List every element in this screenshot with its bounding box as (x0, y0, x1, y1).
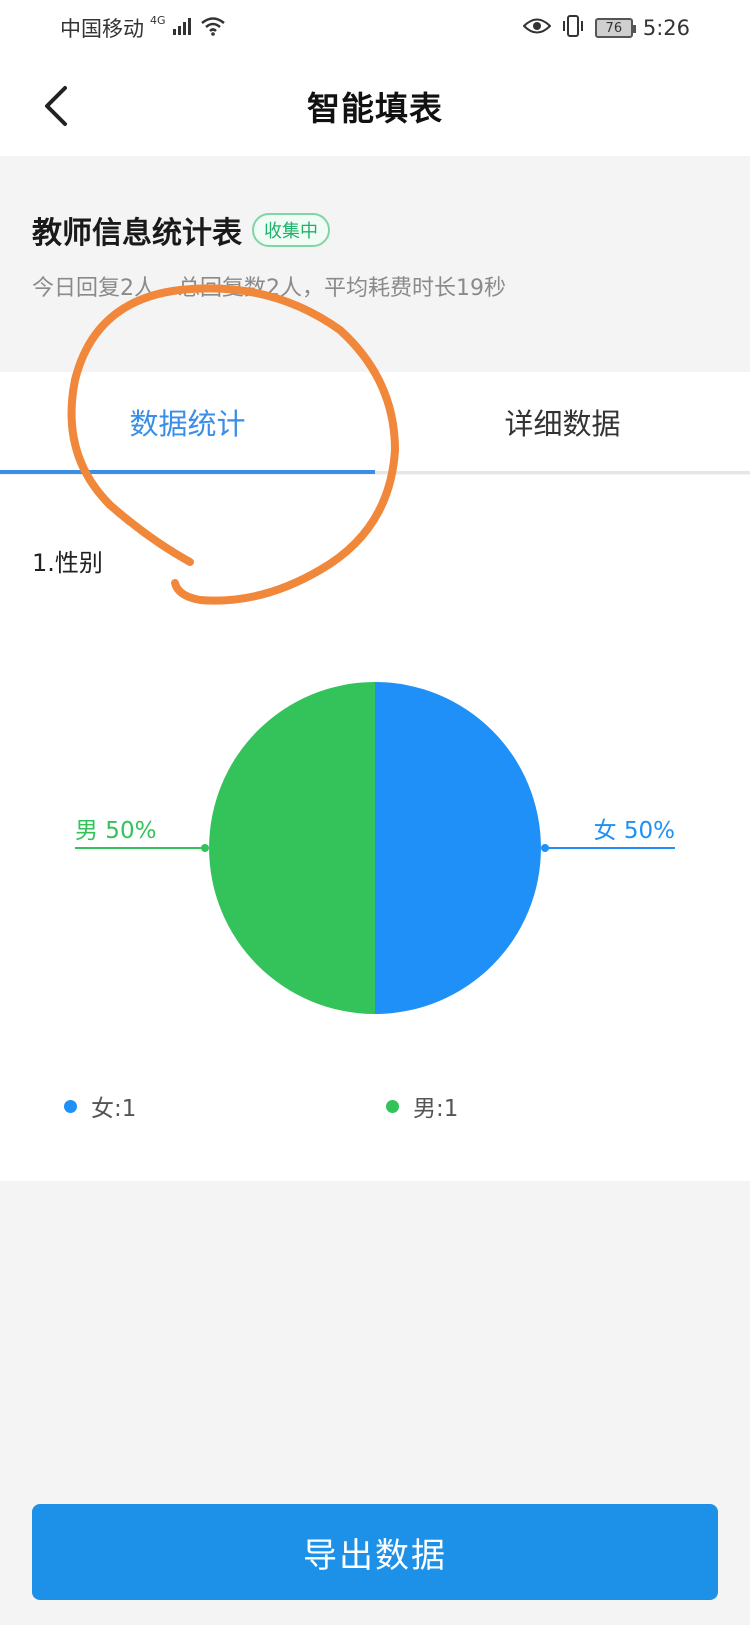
tab-data-statistics[interactable]: 数据统计 (0, 372, 375, 474)
leader-dot-1 (201, 844, 209, 852)
form-info: 教师信息统计表 收集中 今日回复2人，总回复数2人，平均耗费时长19秒 (0, 156, 750, 372)
legend-item-1: 男:1 (386, 1089, 458, 1123)
legend-dot-1 (386, 1099, 399, 1113)
carrier-name: 中国移动 (60, 17, 144, 41)
clock-time: 5:26 (642, 16, 690, 40)
tab-bar: 数据统计 详细数据 (0, 372, 750, 474)
eye-icon (522, 16, 552, 40)
chevron-left-icon (45, 86, 67, 126)
nav-bar: 智能填表 (0, 56, 750, 156)
network-type: 4G (150, 13, 166, 27)
status-badge: 收集中 (252, 213, 330, 247)
chart-panel: 1.性别 女 50% 男 50% 女:1 男:1 (0, 475, 750, 1181)
form-stats: 今日回复2人，总回复数2人，平均耗费时长19秒 (32, 276, 506, 301)
back-button[interactable] (28, 78, 84, 134)
chart-legend: 女:1 男:1 (0, 1089, 750, 1129)
slice-label-1: 男 50% (75, 818, 156, 844)
pie-slice-0 (375, 682, 541, 1014)
form-title-row: 教师信息统计表 收集中 (32, 208, 330, 252)
tab-detailed-data[interactable]: 详细数据 (375, 372, 750, 471)
legend-item-0: 女:1 (64, 1089, 136, 1123)
signal-icon (172, 16, 194, 40)
export-data-button[interactable]: 导出数据 (32, 1504, 718, 1600)
battery-icon: 76 (594, 18, 636, 38)
status-bar: 中国移动 4G 76 5:26 (0, 0, 750, 56)
legend-label-1: 男:1 (413, 1096, 459, 1122)
legend-label-0: 女:1 (91, 1096, 137, 1122)
pie-chart: 女 50% 男 50% (75, 682, 675, 1014)
leader-dot-0 (541, 844, 549, 852)
form-title: 教师信息统计表 (32, 216, 242, 251)
wifi-icon (200, 16, 226, 41)
page-title: 智能填表 (307, 89, 443, 128)
vibrate-icon (561, 14, 585, 42)
pie-slice-1 (209, 682, 375, 1014)
status-right: 76 5:26 (522, 14, 690, 42)
slice-label-0: 女 50% (594, 818, 675, 844)
legend-dot-0 (64, 1099, 77, 1113)
status-left: 中国移动 4G (60, 13, 226, 43)
